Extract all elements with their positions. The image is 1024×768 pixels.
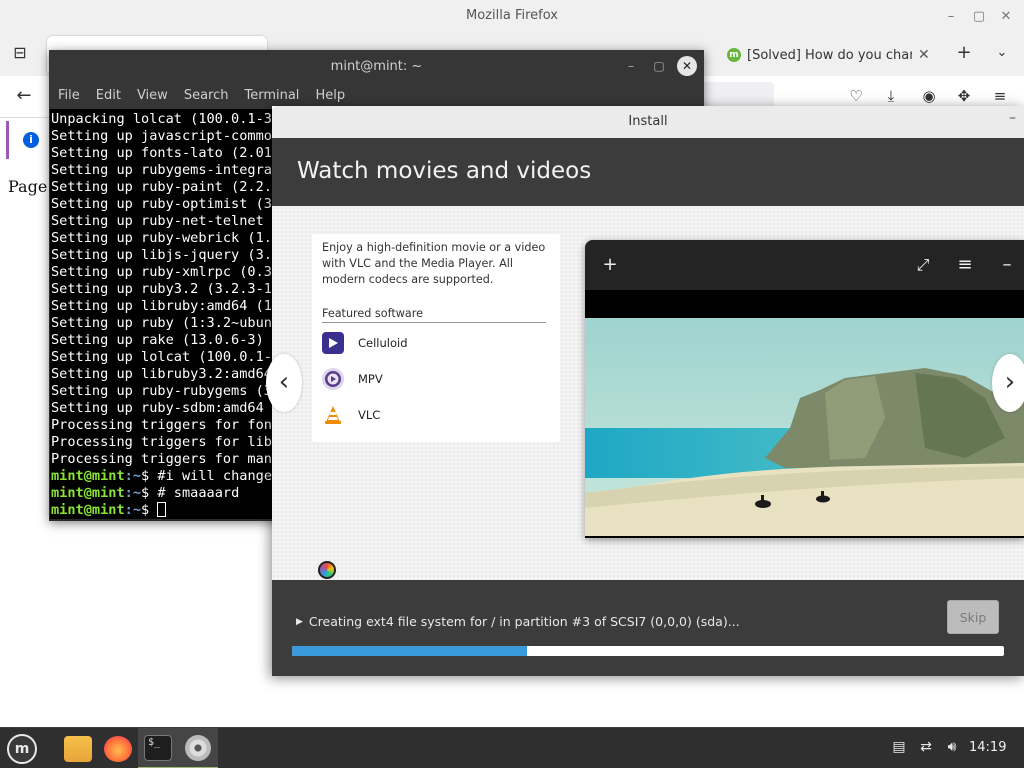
install-status[interactable]: ▶ Creating ext4 file system for / in par… — [296, 614, 740, 629]
mpv-icon — [322, 368, 344, 390]
slide-header: Watch movies and videos — [272, 138, 1024, 206]
featured-software-label: Featured software — [322, 307, 546, 323]
app-label: MPV — [358, 372, 383, 386]
celluloid-icon — [322, 332, 344, 354]
terminal-cursor — [157, 502, 167, 517]
menu-view[interactable]: View — [136, 83, 176, 109]
chevron-left-icon[interactable]: ‹ — [266, 354, 302, 412]
terminal-icon: $_ — [144, 734, 172, 761]
minimize-icon: – — [1002, 254, 1012, 275]
skip-button[interactable]: Skip — [947, 600, 999, 634]
chevron-right-icon[interactable]: › — [992, 354, 1024, 412]
firefox-titlebar: Mozilla Firefox – ▢ ✕ — [0, 0, 1024, 34]
installer-titlebar[interactable]: Install – — [272, 106, 1024, 138]
installer-title: Install — [628, 114, 668, 129]
firefox-window-title: Mozilla Firefox — [466, 8, 558, 23]
network-icon[interactable]: ⇄ — [916, 739, 936, 755]
hamburger-menu-icon: ≡ — [957, 254, 973, 275]
installer-window[interactable]: Install – Watch movies and videos Enjoy … — [266, 106, 1024, 676]
slide-heading: Watch movies and videos — [297, 158, 592, 184]
close-icon[interactable]: ✕ — [677, 56, 697, 76]
media-player-screenshot: + ⤢ ≡ – — [585, 240, 1024, 538]
install-progress-bar — [292, 646, 1004, 656]
minimize-icon[interactable]: – — [1009, 110, 1016, 126]
tab-label: [Solved] How do you change — [747, 47, 912, 63]
menu-file[interactable]: File — [57, 83, 88, 109]
linuxmint-menu-button[interactable]: m — [2, 728, 42, 768]
folder-icon — [64, 735, 92, 762]
tab-list-icon[interactable]: ⊟ — [8, 42, 32, 66]
notes-icon[interactable]: ▤ — [889, 739, 909, 755]
page-text: Page — [8, 177, 48, 196]
tab-solved[interactable]: m [Solved] How do you change ✕ — [727, 40, 937, 70]
fullscreen-icon: ⤢ — [916, 255, 930, 274]
linuxmint-favicon-icon: m — [727, 48, 741, 62]
app-label: VLC — [358, 408, 381, 422]
app-label: Celluloid — [358, 336, 408, 350]
slide-info-card: Enjoy a high-definition movie or a video… — [312, 234, 560, 442]
disc-icon — [185, 734, 211, 761]
beach-video-frame — [585, 318, 1024, 536]
app-item-mpv: MPV — [322, 367, 383, 391]
player-headerbar: + ⤢ ≡ – — [585, 240, 1024, 290]
clock[interactable]: 14:19 — [969, 740, 1006, 755]
plus-icon: + — [602, 254, 618, 275]
volume-icon[interactable]: 🔊︎ — [942, 739, 962, 755]
expand-arrow-icon[interactable]: ▶ — [296, 617, 303, 627]
terminal-launcher[interactable]: $_ — [138, 728, 178, 768]
menu-edit[interactable]: Edit — [95, 83, 129, 109]
slide-description: Enjoy a high-definition movie or a video… — [322, 241, 546, 286]
vlc-icon — [322, 404, 344, 426]
info-icon: i — [23, 132, 39, 148]
terminal-titlebar[interactable]: mint@mint: ~ – ▢ ✕ — [49, 50, 704, 83]
installer-footer: ▶ Creating ext4 file system for / in par… — [272, 580, 1024, 676]
linuxmint-logo-icon: m — [7, 733, 37, 764]
app-item-celluloid: Celluloid — [322, 331, 408, 355]
installer-launcher[interactable] — [178, 728, 218, 768]
maximize-icon[interactable]: ▢ — [968, 6, 990, 28]
back-icon[interactable]: ← — [12, 85, 36, 109]
firefox-launcher[interactable] — [98, 728, 138, 768]
files-launcher[interactable] — [58, 728, 98, 768]
new-tab-plus-icon[interactable]: + — [952, 42, 976, 66]
taskbar: m $_ ▤ ⇄ 🔊︎ 14:19 — [0, 727, 1024, 768]
tab-close-icon[interactable]: ✕ — [918, 47, 930, 63]
minimize-icon[interactable]: – — [621, 56, 641, 76]
slideshow: Enjoy a high-definition movie or a video… — [266, 206, 1024, 580]
close-icon[interactable]: ✕ — [995, 6, 1017, 28]
firefox-icon — [104, 735, 132, 762]
chevron-down-icon[interactable]: ⌄ — [990, 42, 1014, 66]
terminal-title: mint@mint: ~ — [330, 59, 423, 74]
maximize-icon[interactable]: ▢ — [649, 56, 669, 76]
install-status-text: Creating ext4 file system for / in parti… — [308, 614, 740, 629]
install-progress-fill — [292, 646, 527, 656]
minimize-icon[interactable]: – — [940, 6, 962, 28]
menu-search[interactable]: Search — [183, 83, 237, 109]
installer-slide-icon — [318, 561, 336, 579]
app-item-vlc: VLC — [322, 403, 380, 427]
